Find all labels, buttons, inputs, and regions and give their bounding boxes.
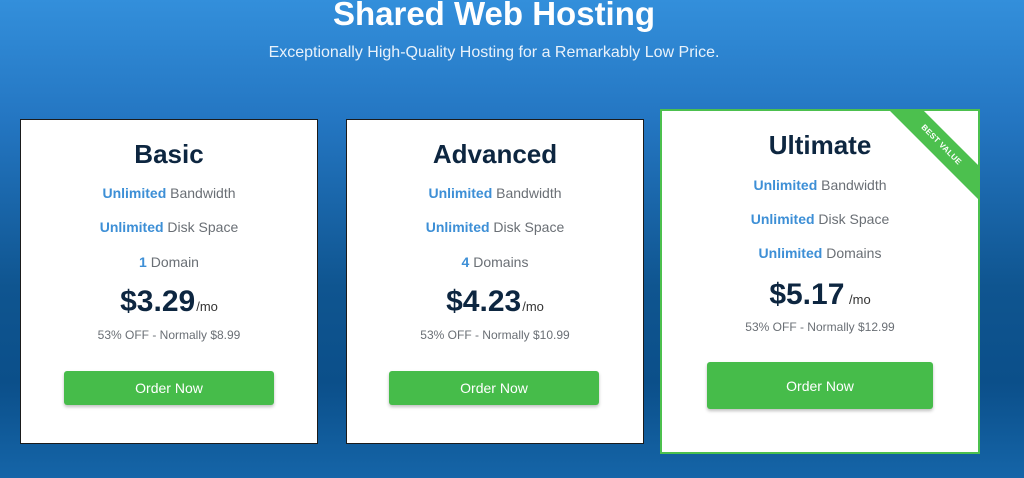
feature-highlight: Unlimited — [425, 219, 490, 235]
feature-bandwidth: Unlimited Bandwidth — [21, 184, 317, 202]
order-now-button-basic[interactable]: Order Now — [64, 371, 274, 405]
page-subtitle: Exceptionally High-Quality Hosting for a… — [268, 44, 720, 61]
feature-domains: 1 Domain — [21, 253, 317, 271]
order-now-button-advanced[interactable]: Order Now — [389, 371, 599, 405]
feature-text: Bandwidth — [492, 185, 562, 201]
feature-highlight: Unlimited — [428, 185, 493, 201]
feature-text: Disk Space — [814, 211, 890, 227]
feature-highlight: Unlimited — [758, 245, 823, 261]
feature-highlight: Unlimited — [102, 185, 167, 201]
plan-card-ultimate: BEST VALUE Ultimate Unlimited Bandwidth … — [660, 109, 980, 454]
feature-highlight: Unlimited — [99, 219, 164, 235]
feature-highlight: Unlimited — [750, 211, 815, 227]
plan-card-basic: Basic Unlimited Bandwidth Unlimited Disk… — [20, 119, 318, 444]
order-now-button-ultimate[interactable]: Order Now — [707, 362, 933, 409]
price-period: /mo — [845, 292, 871, 307]
plan-card-advanced: Advanced Unlimited Bandwidth Unlimited D… — [346, 119, 644, 444]
feature-text: Domain — [146, 254, 199, 270]
feature-text: Disk Space — [489, 219, 565, 235]
plan-price: $5.17 /mo — [662, 278, 978, 312]
feature-text: Bandwidth — [166, 185, 236, 201]
feature-disk-space: Unlimited Disk Space — [347, 218, 643, 236]
price-period: /mo — [196, 299, 218, 314]
feature-domains: 4 Domains — [347, 253, 643, 271]
plan-discount: 53% OFF - Normally $8.99 — [97, 328, 241, 342]
price-amount: $5.17 — [769, 278, 845, 311]
plan-price: $4.23/mo — [347, 285, 643, 319]
feature-text: Domains — [469, 254, 529, 270]
price-amount: $4.23 — [446, 285, 522, 318]
page-title: Shared Web Hosting — [332, 0, 656, 32]
plan-discount: 53% OFF - Normally $10.99 — [420, 328, 570, 342]
plan-discount: 53% OFF - Normally $12.99 — [745, 320, 895, 334]
feature-disk-space: Unlimited Disk Space — [21, 218, 317, 236]
feature-bandwidth: Unlimited Bandwidth — [347, 184, 643, 202]
feature-bandwidth: Unlimited Bandwidth — [662, 176, 978, 194]
feature-highlight: 1 — [139, 254, 147, 270]
feature-disk-space: Unlimited Disk Space — [662, 210, 978, 228]
plan-name: Basic — [134, 139, 204, 169]
feature-highlight: Unlimited — [753, 177, 818, 193]
feature-text: Bandwidth — [817, 177, 887, 193]
feature-text: Disk Space — [163, 219, 239, 235]
price-period: /mo — [522, 299, 544, 314]
price-amount: $3.29 — [120, 285, 196, 318]
feature-domains: Unlimited Domains — [662, 244, 978, 262]
plan-price: $3.29/mo — [21, 285, 317, 319]
feature-text: Domains — [822, 245, 882, 261]
plan-name: Advanced — [432, 139, 558, 169]
plan-name: Ultimate — [768, 130, 872, 160]
